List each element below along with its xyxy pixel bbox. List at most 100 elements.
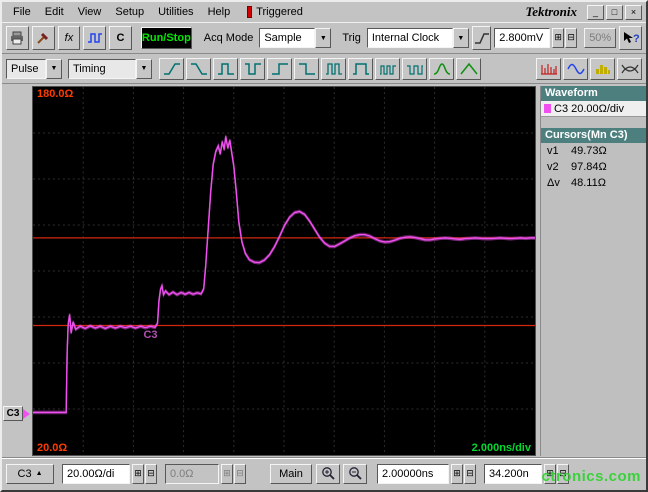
tools-button[interactable] <box>31 26 55 50</box>
horizontal-position-field[interactable]: 34.200n <box>484 463 542 484</box>
fx-label: fx <box>64 32 74 44</box>
vertical-offset-field[interactable]: 0.0Ω <box>165 463 219 484</box>
tools-icon <box>37 32 49 44</box>
updown-icon[interactable]: ⊟ <box>145 463 157 484</box>
meas-gaussian-button[interactable] <box>429 57 454 80</box>
vertical-scale-spinner: ⊞ ⊟ <box>132 463 157 484</box>
v1-value: 49.73Ω <box>571 145 607 157</box>
menu-edit[interactable]: Edit <box>38 4 71 20</box>
zoom-in-button[interactable] <box>316 463 340 484</box>
updown-icon[interactable]: ⊟ <box>565 28 578 48</box>
double-pulse-icon <box>325 62 342 75</box>
meas-neg-duty-button[interactable] <box>402 57 427 80</box>
dv-label: Δv <box>547 177 560 189</box>
acq-mode-value[interactable]: Sample <box>259 28 316 48</box>
readout-sidebar: Waveform C3 20.00Ω/div Cursors(Mn C3) v1… <box>540 86 646 456</box>
triangle-icon <box>459 62 478 74</box>
cursor-readout-v1: v1 49.73Ω <box>541 143 646 159</box>
zoom-out-button[interactable] <box>343 463 367 484</box>
meas-pos-duty-button[interactable] <box>375 57 400 80</box>
meas-pos-width-button[interactable] <box>213 57 238 80</box>
histogram-bars-button[interactable] <box>590 57 615 80</box>
meas-neg-width-button[interactable] <box>240 57 265 80</box>
meas-rise-time-button[interactable] <box>159 57 184 80</box>
square-wave-icon <box>87 33 102 43</box>
keypad-icon[interactable]: ⊞ <box>451 463 463 484</box>
trig-source-select[interactable]: Internal Clock ▼ <box>366 28 469 48</box>
meas-period-button[interactable] <box>321 57 346 80</box>
window-controls: _ □ × <box>587 4 642 20</box>
keypad-icon[interactable]: ⊞ <box>132 463 144 484</box>
menu-help[interactable]: Help <box>201 4 238 20</box>
pulse-dropdown-icon[interactable]: ▼ <box>46 58 62 79</box>
run-stop-button[interactable]: Run/Stop <box>140 27 192 49</box>
menu-file[interactable]: File <box>6 4 38 20</box>
vertical-scale-field[interactable]: 20.00Ω/di <box>62 463 130 484</box>
comb-icon <box>540 63 557 75</box>
trig-level-percent-button[interactable]: 50% <box>584 28 617 48</box>
vertical-scale-bottom-label: 20.0Ω <box>37 442 68 454</box>
waveform-view-button[interactable] <box>563 57 588 80</box>
eye-diagram-button[interactable] <box>617 57 642 80</box>
trig-level-field[interactable]: 2.800mV <box>494 28 551 48</box>
meas-frequency-button[interactable] <box>348 57 373 80</box>
trigger-status: Triggered <box>256 6 303 18</box>
sine-wave-icon <box>566 63 585 74</box>
timing-mode-value[interactable]: Timing <box>68 58 136 79</box>
wide-pulse-icon <box>352 62 369 75</box>
meas-fall-step-button[interactable] <box>294 57 319 80</box>
keypad-icon[interactable]: ⊞ <box>221 463 233 484</box>
menu-bar: File Edit View Setup Utilities Help Trig… <box>2 2 646 22</box>
minimize-button[interactable]: _ <box>587 4 604 20</box>
menu-view[interactable]: View <box>71 4 109 20</box>
acq-mode-select[interactable]: Sample ▼ <box>259 28 332 48</box>
trig-source-value[interactable]: Internal Clock <box>366 28 453 48</box>
main-timebase-button[interactable]: Main <box>270 463 312 484</box>
menu-utilities[interactable]: Utilities <box>151 4 200 20</box>
display-waveform-button[interactable] <box>83 26 107 50</box>
acq-mode-dropdown-icon[interactable]: ▼ <box>315 28 332 48</box>
updown-icon[interactable]: ⊟ <box>234 463 246 484</box>
meas-triangle-button[interactable] <box>456 57 481 80</box>
main-toolbar: fx C Run/Stop Acq Mode Sample ▼ Trig Int… <box>2 22 646 54</box>
trig-slope-button[interactable] <box>471 26 492 50</box>
waveform-entry[interactable]: C3 20.00Ω/div <box>541 101 646 117</box>
fall-ramp-icon <box>190 62 207 75</box>
pulse-mode-select[interactable]: Pulse ▼ <box>6 58 62 79</box>
maximize-button[interactable]: □ <box>606 4 623 20</box>
trig-level-control: 2.800mV ⊞ ⊟ <box>494 28 578 48</box>
horizontal-scale-field[interactable]: 2.00000ns <box>377 463 449 484</box>
context-help-button[interactable]: ? <box>619 26 642 50</box>
fx-button[interactable]: fx <box>57 26 81 50</box>
meas-rise-step-button[interactable] <box>267 57 292 80</box>
vertical-scale-top-label: 180.0Ω <box>37 88 74 100</box>
graticule-area: 180.0Ω 20.0Ω 2.000ns/div C3 <box>32 86 536 456</box>
v2-value: 97.84Ω <box>571 161 607 173</box>
svg-text:?: ? <box>633 33 640 45</box>
timing-mode-select[interactable]: Timing ▼ <box>68 58 152 79</box>
clear-button[interactable]: C <box>109 26 132 50</box>
rise-step-icon <box>271 62 288 75</box>
channel-marker-arrow-icon <box>23 408 30 419</box>
updown-icon[interactable]: ⊟ <box>464 463 476 484</box>
keypad-icon[interactable]: ⊞ <box>552 28 565 48</box>
meas-fall-time-button[interactable] <box>186 57 211 80</box>
channel-marker[interactable]: C3 <box>3 406 31 421</box>
timing-dropdown-icon[interactable]: ▼ <box>136 58 152 79</box>
menu-setup[interactable]: Setup <box>108 4 151 20</box>
printer-icon <box>11 31 24 45</box>
close-button[interactable]: × <box>625 4 642 20</box>
histogram-icon <box>595 64 610 74</box>
histogram-comb-button[interactable] <box>536 57 561 80</box>
pulse-icon <box>217 62 234 75</box>
fall-step-icon <box>298 62 315 75</box>
waveform-display[interactable] <box>33 87 535 455</box>
v2-label: v2 <box>547 161 559 173</box>
print-button[interactable] <box>6 26 29 50</box>
channel-select-button[interactable]: C3 ▲ <box>6 463 54 484</box>
trig-dropdown-icon[interactable]: ▼ <box>452 28 469 48</box>
watermark: ctronics.com <box>541 468 641 485</box>
dv-value: 48.11Ω <box>571 177 606 189</box>
help-pointer-icon: ? <box>623 32 640 45</box>
pulse-mode-value[interactable]: Pulse <box>6 58 46 79</box>
